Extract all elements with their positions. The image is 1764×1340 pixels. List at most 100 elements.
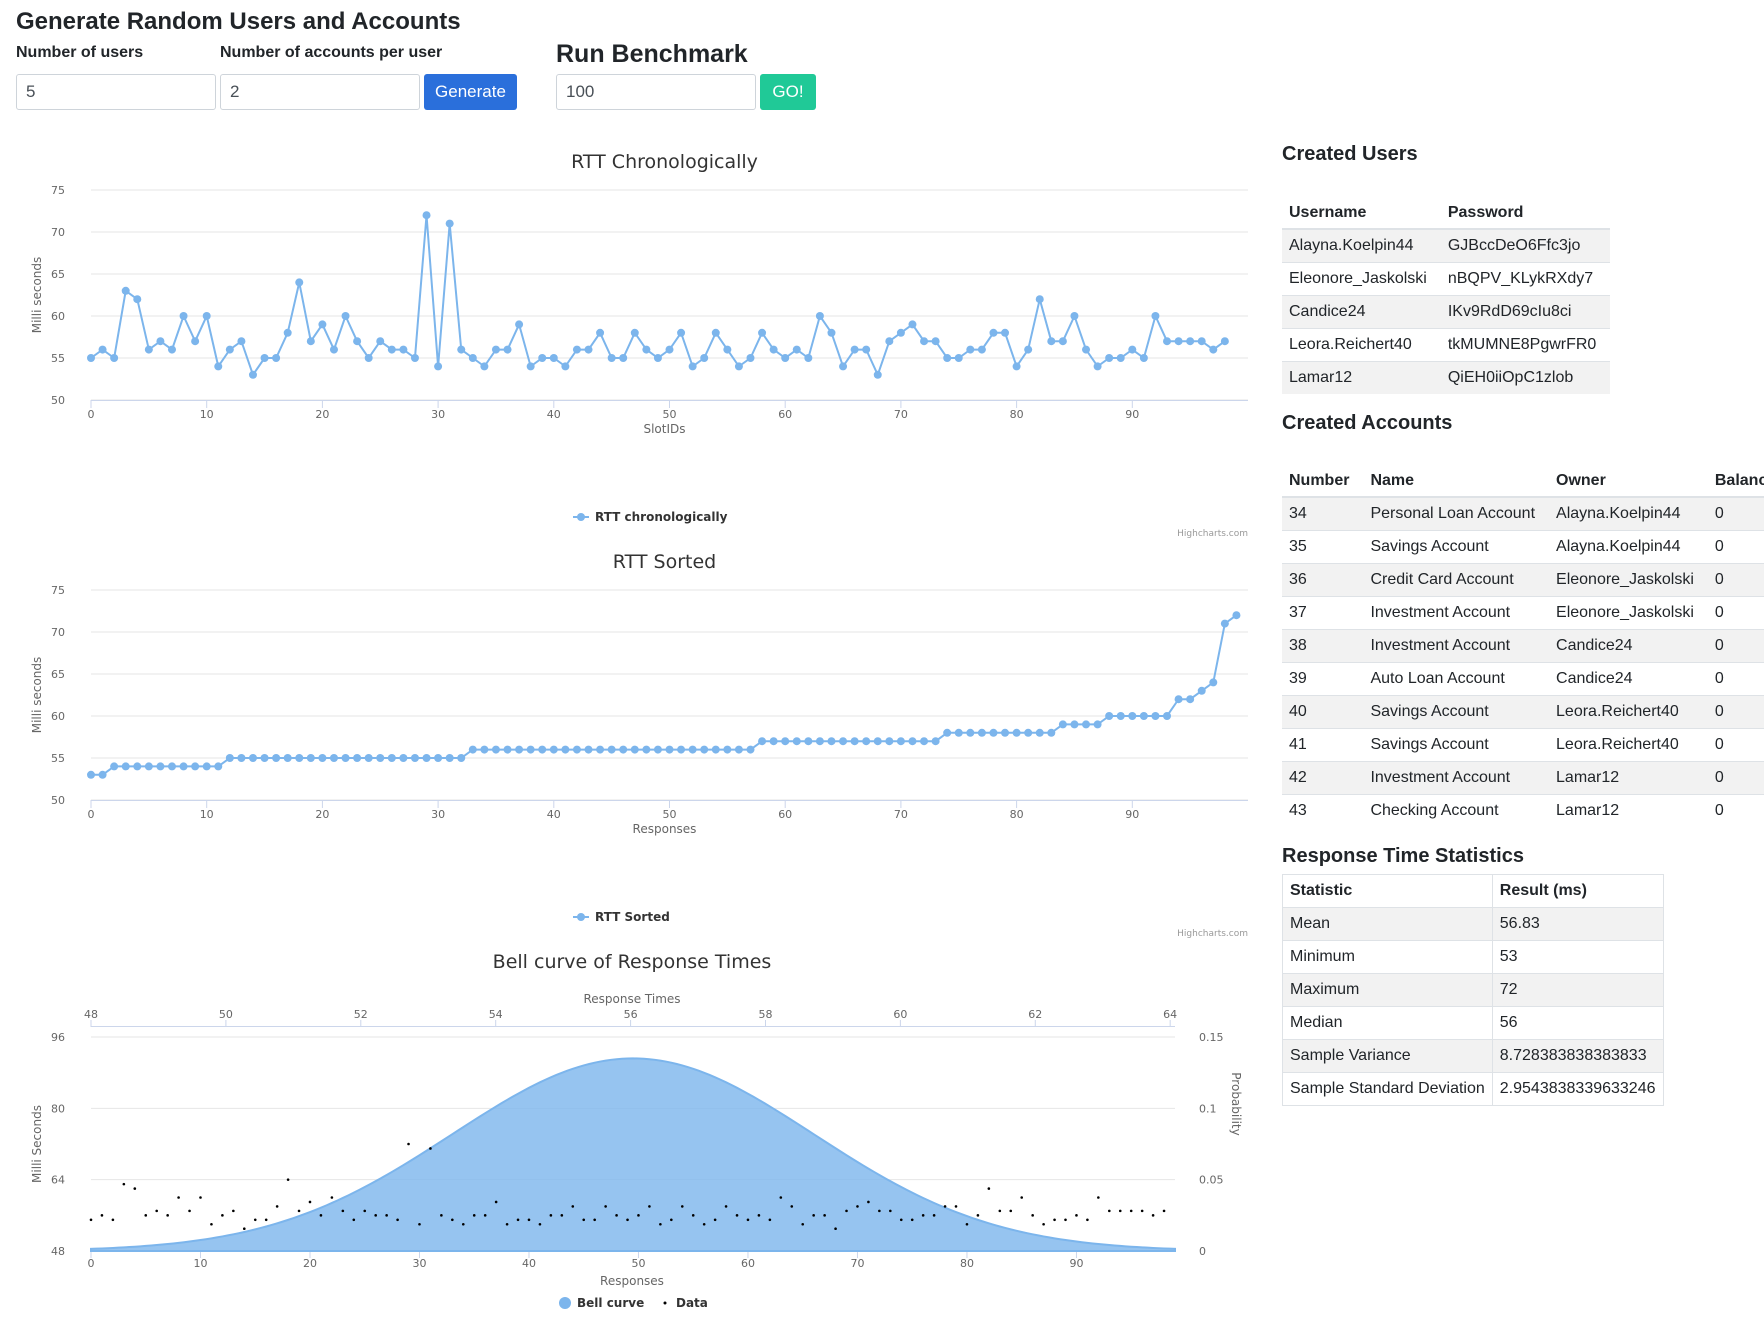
- data-point: [1097, 1196, 1100, 1199]
- accounts-cell: 43: [1282, 794, 1364, 827]
- data-point: [1128, 712, 1137, 720]
- y-tick-label: 50: [51, 394, 65, 407]
- data-point: [1186, 337, 1195, 346]
- data-point: [619, 745, 628, 754]
- stats-header-cell: Statistic: [1282, 874, 1493, 908]
- data-point: [584, 745, 593, 754]
- y2-tick-label: 0.05: [1199, 1174, 1224, 1187]
- data-point: [862, 345, 871, 354]
- stats-cell: Sample Variance: [1282, 1039, 1493, 1073]
- data-point: [538, 354, 547, 362]
- data-point: [232, 1209, 235, 1213]
- data-point: [110, 762, 119, 771]
- data-point: [166, 1214, 169, 1217]
- data-point: [769, 345, 778, 354]
- data-point: [1162, 1209, 1166, 1213]
- data-point: [931, 737, 940, 746]
- data-point: [839, 737, 848, 746]
- accounts-cell: Savings Account: [1363, 728, 1550, 762]
- accounts-cell: Candice24: [1549, 662, 1708, 696]
- accounts-header-cell: Owner: [1549, 458, 1708, 498]
- data-point: [943, 1205, 947, 1208]
- data-point: [396, 1218, 399, 1222]
- data-point: [434, 362, 443, 371]
- data-point: [526, 745, 535, 754]
- data-point: [910, 1218, 914, 1222]
- data-point: [1186, 695, 1195, 704]
- users-cell: QiEH0iiOpC1zlob: [1440, 361, 1611, 394]
- data-point: [757, 1214, 761, 1217]
- data-point: [702, 1222, 706, 1226]
- x-axis-title: Responses: [600, 1274, 664, 1288]
- users-count-input[interactable]: [16, 74, 216, 110]
- stats-table-row: Sample Variance 8.728383838383833: [1282, 1039, 1664, 1073]
- x-tick-label: 30: [431, 808, 445, 821]
- accounts-table-row: 43 Checking Account Lamar12 0: [1282, 794, 1764, 827]
- users-table-row: Leora.Reichert40 tkMUMNE8PgwrFR0: [1282, 328, 1611, 362]
- y-tick-label: 60: [51, 310, 65, 323]
- data-point: [483, 1214, 487, 1217]
- data-point: [133, 1187, 137, 1190]
- data-point: [214, 762, 223, 771]
- y2-tick-label: 0: [1199, 1245, 1206, 1258]
- data-point: [908, 737, 917, 746]
- data-point: [1140, 1209, 1144, 1213]
- top-tick-label: 48: [84, 1008, 98, 1021]
- data-point: [779, 1196, 783, 1199]
- data-point: [1035, 295, 1044, 304]
- data-point: [422, 211, 431, 220]
- data-point: [1139, 712, 1148, 720]
- data-point: [341, 312, 350, 320]
- data-point: [1024, 728, 1033, 737]
- data-point: [1232, 611, 1241, 620]
- data-point: [966, 345, 975, 354]
- data-point: [253, 1218, 257, 1222]
- accounts-cell: 0: [1707, 530, 1764, 564]
- data-point: [515, 745, 524, 754]
- x-tick-label: 0: [88, 808, 95, 821]
- accounts-cell: 39: [1282, 662, 1364, 696]
- data-point: [615, 1214, 618, 1217]
- data-point: [659, 1222, 662, 1226]
- y-tick-label: 65: [51, 668, 65, 681]
- generate-button[interactable]: Generate: [424, 74, 517, 110]
- data-point: [561, 745, 570, 754]
- data-point: [593, 1218, 596, 1222]
- data-point: [1001, 328, 1010, 337]
- data-point: [422, 754, 431, 762]
- data-point: [526, 362, 535, 371]
- stats-table-row: Minimum 53: [1282, 940, 1664, 974]
- series-line: [91, 614, 1238, 776]
- top-tick-label: 56: [624, 1008, 638, 1021]
- data-point: [155, 1209, 158, 1213]
- data-point: [549, 354, 558, 362]
- y-tick-label: 60: [51, 710, 65, 723]
- data-point: [561, 362, 570, 371]
- go-button[interactable]: GO!: [760, 74, 816, 110]
- x-tick-label: 80: [1010, 408, 1024, 421]
- x-tick-label: 30: [412, 1257, 426, 1270]
- data-point: [899, 1218, 903, 1222]
- data-point: [607, 354, 616, 362]
- benchmark-count-input[interactable]: [556, 74, 756, 110]
- data-point: [977, 728, 986, 737]
- response-stats-table: Statistic Result (ms) Mean 56.83 Minimum 53 M…: [1282, 874, 1664, 1106]
- data-point: [1139, 354, 1148, 362]
- accounts-table-row: 36 Credit Card Account Eleonore_Jaskolski 0: [1282, 563, 1764, 597]
- data-point: [98, 345, 107, 354]
- accounts-per-user-input[interactable]: [220, 74, 420, 110]
- generate-title: Generate Random Users and Accounts: [16, 8, 461, 35]
- x-tick-label: 80: [1010, 808, 1024, 821]
- data-point: [724, 1205, 728, 1208]
- data-point: [472, 1214, 476, 1217]
- users-cell: Leora.Reichert40: [1282, 328, 1441, 362]
- data-point: [110, 354, 119, 362]
- users-table-row: Lamar12 QiEH0iiOpC1zlob: [1282, 361, 1611, 394]
- accounts-cell: 37: [1282, 596, 1364, 630]
- data-point: [1209, 345, 1218, 354]
- top-tick-label: 58: [758, 1008, 772, 1021]
- data-point: [908, 320, 917, 329]
- data-point: [723, 745, 732, 754]
- highcharts-credit: Highcharts.com: [1177, 929, 1248, 939]
- users-count-label: Number of users: [16, 44, 144, 61]
